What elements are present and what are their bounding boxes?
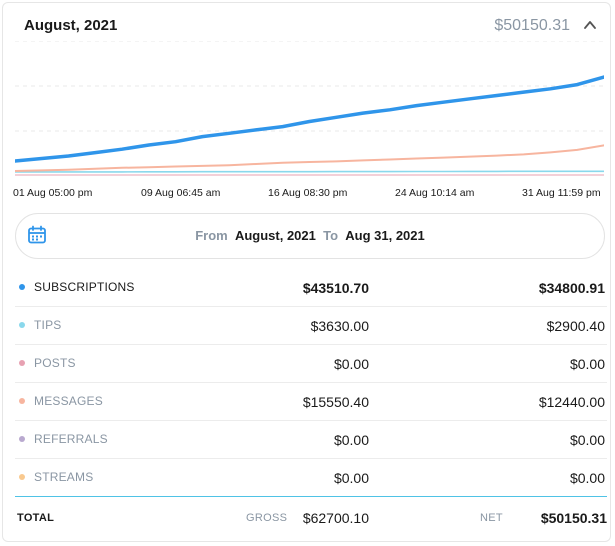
row-net: $0.00 <box>569 470 605 486</box>
chevron-up-icon[interactable] <box>582 17 598 33</box>
series-line-subscriptions <box>15 75 604 163</box>
period-title[interactable]: August, 2021 <box>24 17 117 34</box>
to-value: Aug 31, 2021 <box>345 228 425 243</box>
earnings-row-messages: MESSAGES $15550.40 $12440.00 <box>15 383 607 421</box>
series-line-tips <box>15 170 604 173</box>
total-label: TOTAL <box>17 512 55 524</box>
x-tick-label: 09 Aug 06:45 am <box>141 187 221 199</box>
date-range-text: From August, 2021 To Aug 31, 2021 <box>16 228 604 243</box>
total-row: TOTAL GROSS $62700.10 NET $50150.31 <box>15 497 607 539</box>
row-net: $2900.40 <box>546 318 605 334</box>
row-gross: $15550.40 <box>302 394 369 410</box>
net-label: NET <box>480 512 503 524</box>
earnings-row-referrals: REFERRALS $0.00 $0.00 <box>15 421 607 459</box>
period-total-amount: $50150.31 <box>494 17 570 34</box>
earnings-row-tips: TIPS $3630.00 $2900.40 <box>15 307 607 345</box>
earnings-row-streams: STREAMS $0.00 $0.00 <box>15 459 607 497</box>
series-dot <box>19 284 25 290</box>
row-label: STREAMS <box>34 470 94 484</box>
row-label: REFERRALS <box>34 432 108 446</box>
series-dot <box>19 322 25 328</box>
row-label: POSTS <box>34 356 76 370</box>
row-net: $0.00 <box>569 356 605 372</box>
row-gross: $3630.00 <box>310 318 369 334</box>
gross-label: GROSS <box>246 512 288 524</box>
row-gross: $43510.70 <box>302 280 369 296</box>
series-dot <box>19 398 25 404</box>
row-label: TIPS <box>34 318 62 332</box>
x-tick-label: 01 Aug 05:00 pm <box>13 187 93 199</box>
gross-total: $62700.10 <box>302 510 369 526</box>
earnings-card: August, 2021 $50150.31 01 Aug 05:00 pm 0… <box>2 2 611 542</box>
series-dot <box>19 360 25 366</box>
date-range-picker[interactable]: From August, 2021 To Aug 31, 2021 <box>15 213 605 259</box>
to-label: To <box>323 228 339 243</box>
series-dot <box>19 474 25 480</box>
row-label: MESSAGES <box>34 394 103 408</box>
row-gross: $0.00 <box>333 470 369 486</box>
row-gross: $0.00 <box>333 432 369 448</box>
x-axis-labels: 01 Aug 05:00 pm 09 Aug 06:45 am 16 Aug 0… <box>3 187 615 201</box>
earnings-row-subscriptions: SUBSCRIPTIONS $43510.70 $34800.91 <box>15 269 607 307</box>
x-tick-label: 24 Aug 10:14 am <box>395 187 475 199</box>
row-label: SUBSCRIPTIONS <box>34 280 135 294</box>
earnings-chart <box>15 41 604 176</box>
from-label: From <box>195 228 228 243</box>
earnings-row-posts: POSTS $0.00 $0.00 <box>15 345 607 383</box>
from-value: August, 2021 <box>234 228 316 243</box>
row-net: $34800.91 <box>538 280 605 296</box>
row-net: $0.00 <box>569 432 605 448</box>
series-line-messages <box>15 144 604 172</box>
series-dot <box>19 436 25 442</box>
row-net: $12440.00 <box>538 394 605 410</box>
row-gross: $0.00 <box>333 356 369 372</box>
x-tick-label: 16 Aug 08:30 pm <box>268 187 348 199</box>
net-total: $50150.31 <box>540 510 607 526</box>
x-tick-label: 31 Aug 11:59 pm <box>522 187 601 199</box>
